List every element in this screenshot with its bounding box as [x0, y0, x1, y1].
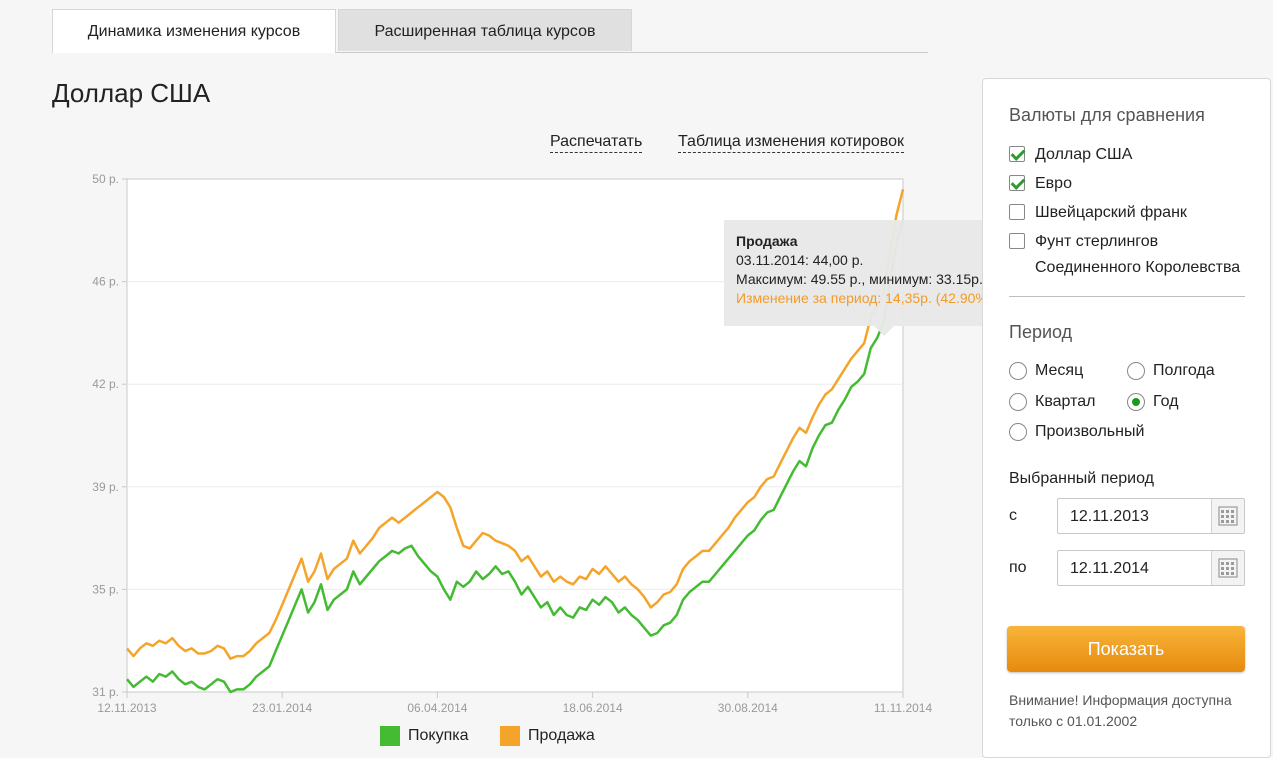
- x-tick-label: 18.06.2014: [563, 701, 623, 715]
- period-quarter-option[interactable]: Квартал: [1009, 393, 1095, 411]
- checkbox-gbp[interactable]: [1009, 233, 1025, 249]
- currency-eur-label: Евро: [1035, 175, 1072, 192]
- date-to-field: [1057, 550, 1245, 587]
- legend-label-sell: Продажа: [528, 727, 595, 744]
- currency-gbp-option[interactable]: Фунт стерлингов Соединенного Королевства: [1009, 229, 1245, 281]
- to-label: по: [1009, 559, 1027, 576]
- y-axis: 31 р. 35 р. 39 р. 42 р. 46 р. 50 р.: [92, 172, 127, 699]
- settings-panel: Валюты для сравнения Доллар США Евро Шве…: [982, 78, 1271, 758]
- date-from-field: [1057, 498, 1245, 535]
- x-tick-label: 11.11.2014: [874, 701, 933, 715]
- compare-currencies-title: Валюты для сравнения: [1009, 105, 1205, 125]
- period-month-label: Месяц: [1035, 362, 1084, 379]
- currency-gbp-label: Фунт стерлингов Соединенного Королевства: [1035, 233, 1241, 276]
- checkbox-usd[interactable]: [1009, 146, 1025, 162]
- tooltip-arrow: [874, 326, 894, 336]
- from-label: с: [1009, 507, 1017, 524]
- y-tick-label: 31 р.: [92, 685, 119, 699]
- legend-swatch-sell: [500, 726, 520, 746]
- radio-quarter[interactable]: [1009, 393, 1027, 411]
- checkbox-eur[interactable]: [1009, 175, 1025, 191]
- legend-label-buy: Покупка: [408, 727, 469, 744]
- y-tick-label: 39 р.: [92, 480, 119, 494]
- period-custom-label: Произвольный: [1035, 423, 1145, 440]
- x-tick-label: 23.01.2014: [252, 701, 312, 715]
- legend-swatch-buy: [380, 726, 400, 746]
- legend-item-buy[interactable]: Покупка: [380, 726, 469, 746]
- selected-period-title: Выбранный период: [1009, 470, 1154, 487]
- tab-rate-dynamics[interactable]: Динамика изменения курсов: [52, 9, 336, 53]
- divider: [1009, 296, 1245, 297]
- legend-item-sell[interactable]: Продажа: [500, 726, 595, 746]
- x-tick-label: 06.04.2014: [407, 701, 467, 715]
- date-to-input[interactable]: [1058, 551, 1222, 587]
- x-tick-label: 12.11.2013: [97, 701, 156, 715]
- x-tick-label: 30.08.2014: [718, 701, 778, 715]
- period-month-option[interactable]: Месяц: [1009, 362, 1083, 380]
- period-title: Период: [1009, 322, 1073, 342]
- rate-chart: 31 р. 35 р. 39 р. 42 р. 46 р. 50 р. 12.11.201…: [92, 172, 932, 715]
- calendar-icon[interactable]: [1211, 551, 1244, 585]
- y-tick-label: 42 р.: [92, 377, 119, 391]
- currency-chf-label: Швейцарский франк: [1035, 204, 1187, 221]
- currency-usd-option[interactable]: Доллар США: [1009, 142, 1132, 168]
- calendar-icon[interactable]: [1211, 499, 1244, 533]
- period-year-label: Год: [1153, 393, 1179, 410]
- radio-month[interactable]: [1009, 362, 1027, 380]
- radio-year[interactable]: [1127, 393, 1145, 411]
- radio-halfyear[interactable]: [1127, 362, 1145, 380]
- date-from-input[interactable]: [1058, 499, 1222, 535]
- period-halfyear-label: Полгода: [1153, 362, 1215, 379]
- period-custom-option[interactable]: Произвольный: [1009, 423, 1144, 441]
- availability-note: Внимание! Информация доступна только с 0…: [1009, 692, 1232, 729]
- y-tick-label: 35 р.: [92, 582, 119, 596]
- period-year-option[interactable]: Год: [1127, 393, 1178, 411]
- y-tick-label: 50 р.: [92, 172, 119, 186]
- currency-chf-option[interactable]: Швейцарский франк: [1009, 200, 1187, 226]
- currency-eur-option[interactable]: Евро: [1009, 171, 1072, 197]
- x-axis: 12.11.2013 23.01.2014 06.04.2014 18.06.2014…: [97, 692, 932, 715]
- currency-usd-label: Доллар США: [1035, 146, 1133, 163]
- radio-custom[interactable]: [1009, 423, 1027, 441]
- y-tick-label: 46 р.: [92, 275, 119, 289]
- show-button[interactable]: Показать: [1007, 626, 1245, 672]
- period-quarter-label: Квартал: [1035, 393, 1096, 410]
- period-halfyear-option[interactable]: Полгода: [1127, 362, 1215, 380]
- checkbox-chf[interactable]: [1009, 204, 1025, 220]
